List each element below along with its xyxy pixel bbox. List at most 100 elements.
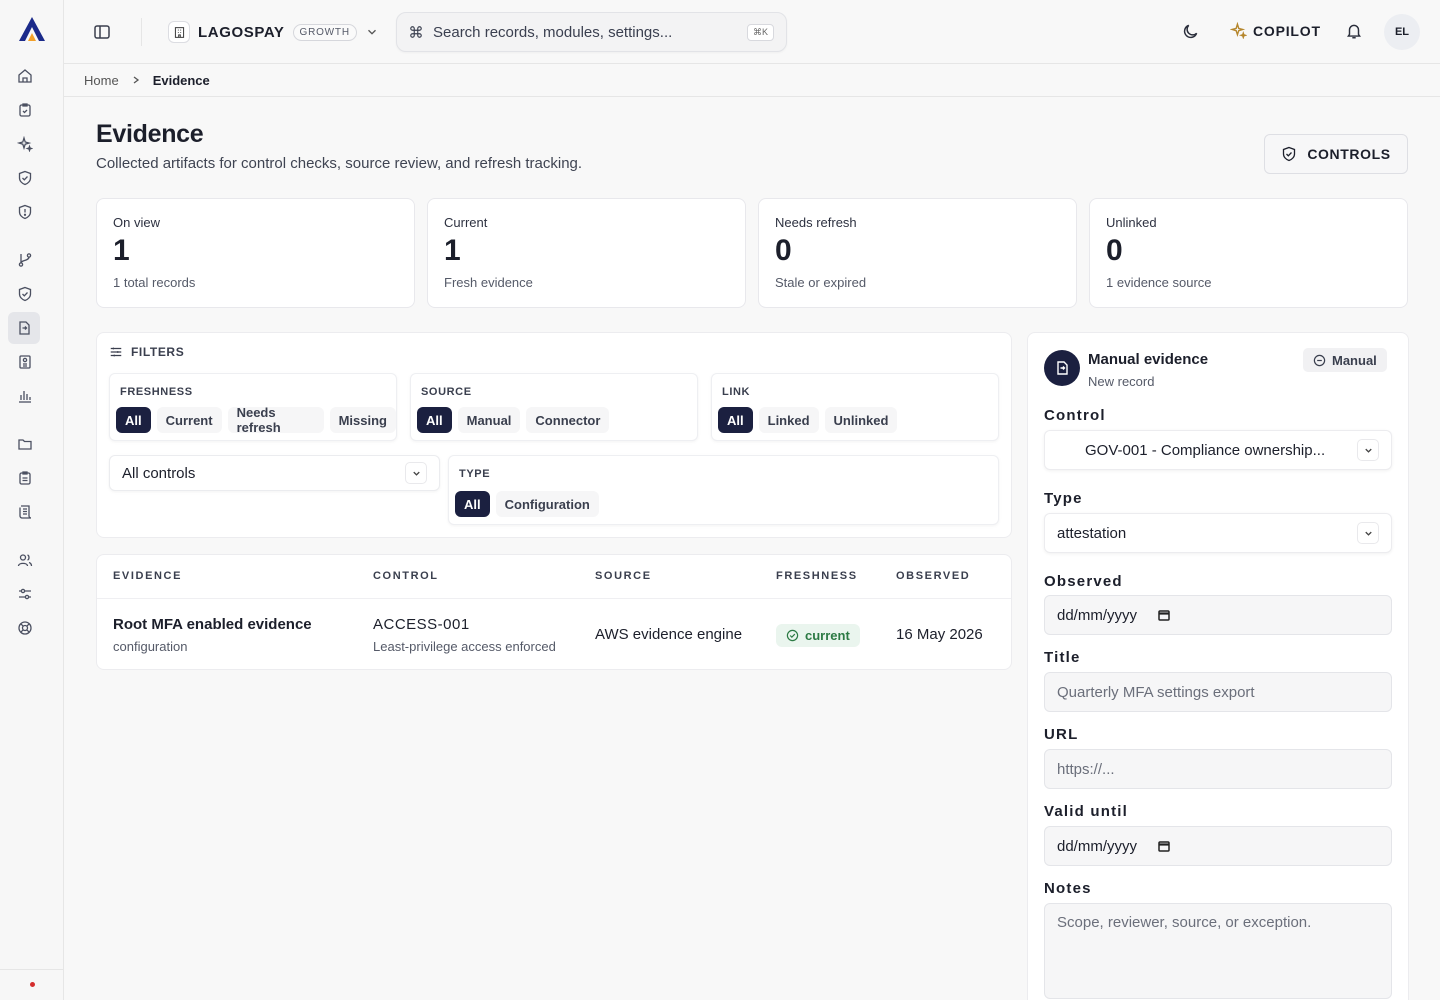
scroll-icon[interactable] bbox=[14, 501, 36, 523]
chevron-right-icon bbox=[133, 76, 139, 84]
controls-button[interactable]: CONTROLS bbox=[1264, 134, 1408, 174]
stat-label: Unlinked bbox=[1106, 215, 1157, 230]
global-search[interactable]: Search records, modules, settings... ⌘K bbox=[396, 12, 787, 52]
left-nav-rail bbox=[0, 0, 64, 1000]
column-header-control[interactable]: CONTROL bbox=[373, 570, 439, 582]
shield-check-icon[interactable] bbox=[14, 283, 36, 305]
sidebar-toggle-icon[interactable] bbox=[90, 20, 114, 44]
calendar-icon[interactable] bbox=[1157, 839, 1171, 853]
evidence-cell: Root MFA enabled evidence configuration bbox=[113, 616, 312, 654]
type-select[interactable]: attestation bbox=[1044, 513, 1392, 553]
valid-until-date-input[interactable]: dd/mm/yyyy bbox=[1044, 826, 1392, 866]
chevron-down-icon bbox=[1357, 522, 1379, 544]
sparkles-icon[interactable] bbox=[14, 133, 36, 155]
page-title: Evidence bbox=[96, 120, 204, 148]
evidence-table: EVIDENCE CONTROL SOURCE FRESHNESS OBSERV… bbox=[96, 554, 1012, 670]
stat-card-current: Current 1 Fresh evidence bbox=[427, 198, 746, 308]
shield-alert-icon[interactable] bbox=[14, 201, 36, 223]
stat-sub: Fresh evidence bbox=[444, 275, 533, 290]
control-select-value: GOV-001 - Compliance ownership... bbox=[1085, 441, 1326, 459]
evidence-icon bbox=[1044, 350, 1080, 386]
clipboard-list-icon[interactable] bbox=[14, 467, 36, 489]
home-icon[interactable] bbox=[14, 65, 36, 87]
lifebuoy-icon[interactable] bbox=[14, 617, 36, 639]
freshness-option-needs-refresh[interactable]: Needs refresh bbox=[227, 405, 324, 435]
title-label: Title bbox=[1044, 649, 1081, 666]
freshness-filter: FRESHNESS All Current Needs refresh Miss… bbox=[109, 373, 397, 441]
freshness-option-current[interactable]: Current bbox=[156, 407, 222, 433]
link-filter-label: LINK bbox=[722, 386, 751, 398]
shield-check-icon bbox=[1283, 146, 1296, 162]
notes-label: Notes bbox=[1044, 880, 1092, 897]
control-select[interactable]: GOV-001 - Compliance ownership... bbox=[1044, 430, 1392, 470]
status-badge: current bbox=[776, 624, 860, 647]
link-filter: LINK All Linked Unlinked bbox=[711, 373, 999, 441]
stat-value: 0 bbox=[775, 234, 792, 267]
folder-icon[interactable] bbox=[14, 433, 36, 455]
org-switcher[interactable]: LAGOSPAY GROWTH bbox=[168, 16, 379, 48]
shield-check-icon[interactable] bbox=[14, 167, 36, 189]
title-input[interactable]: Quarterly MFA settings export bbox=[1044, 672, 1392, 712]
plan-badge: GROWTH bbox=[292, 23, 357, 41]
source-tag-label: Manual bbox=[1332, 352, 1377, 368]
panel-subtitle: New record bbox=[1088, 374, 1155, 389]
stat-value: 0 bbox=[1106, 234, 1123, 267]
type-option-configuration[interactable]: Configuration bbox=[495, 491, 599, 517]
bell-icon[interactable] bbox=[1345, 22, 1363, 40]
git-branch-icon[interactable] bbox=[14, 249, 36, 271]
filters-panel: FILTERS FRESHNESS All Current Needs refr… bbox=[96, 332, 1012, 538]
stat-label: Current bbox=[444, 215, 488, 230]
clipboard-check-icon[interactable] bbox=[14, 99, 36, 121]
stat-sub: Stale or expired bbox=[775, 275, 867, 290]
minus-circle-icon bbox=[1313, 354, 1326, 366]
evidence-title[interactable]: Root MFA enabled evidence bbox=[113, 616, 312, 633]
source-option-connector[interactable]: Connector bbox=[526, 407, 610, 433]
valid-until-value: dd/mm/yyyy bbox=[1057, 837, 1138, 855]
control-filter-select[interactable]: All controls bbox=[109, 455, 440, 491]
org-name: LAGOSPAY bbox=[198, 23, 285, 41]
type-option-all[interactable]: All bbox=[455, 491, 490, 517]
file-badge-icon[interactable] bbox=[14, 351, 36, 373]
chevron-down-icon bbox=[1357, 439, 1379, 461]
moon-icon[interactable] bbox=[1182, 22, 1200, 40]
breadcrumb-current: Evidence bbox=[152, 72, 210, 88]
evidence-type: configuration bbox=[113, 639, 188, 654]
copilot-button[interactable]: COPILOT bbox=[1230, 22, 1321, 39]
freshness-cell: current bbox=[776, 624, 860, 647]
link-option-linked[interactable]: Linked bbox=[758, 407, 819, 433]
notes-textarea[interactable]: Scope, reviewer, source, or exception. bbox=[1044, 903, 1392, 999]
chevron-down-icon[interactable] bbox=[365, 25, 379, 39]
link-option-unlinked[interactable]: Unlinked bbox=[824, 407, 898, 433]
search-placeholder: Search records, modules, settings... bbox=[433, 23, 673, 41]
column-header-observed[interactable]: OBSERVED bbox=[896, 570, 970, 582]
source-option-manual[interactable]: Manual bbox=[457, 407, 521, 433]
sliders-icon[interactable] bbox=[14, 583, 36, 605]
source-filter-label: SOURCE bbox=[421, 386, 472, 398]
evidence-icon[interactable] bbox=[8, 312, 40, 344]
valid-until-label: Valid until bbox=[1044, 803, 1129, 820]
table-header: EVIDENCE CONTROL SOURCE FRESHNESS OBSERV… bbox=[97, 555, 1011, 599]
column-header-evidence[interactable]: EVIDENCE bbox=[113, 570, 182, 582]
filters-heading: FILTERS bbox=[109, 345, 184, 359]
app-logo[interactable] bbox=[18, 16, 46, 42]
observed-date-input[interactable]: dd/mm/yyyy bbox=[1044, 595, 1392, 635]
freshness-option-missing[interactable]: Missing bbox=[329, 407, 396, 433]
breadcrumb-home[interactable]: Home bbox=[84, 73, 119, 88]
url-input[interactable]: https://... bbox=[1044, 749, 1392, 789]
filters-heading-label: FILTERS bbox=[131, 345, 185, 359]
control-id[interactable]: ACCESS-001 bbox=[373, 616, 556, 633]
filter-sliders-icon bbox=[110, 347, 122, 357]
avatar[interactable]: EL bbox=[1384, 14, 1420, 50]
freshness-filter-label: FRESHNESS bbox=[120, 386, 193, 398]
link-option-all[interactable]: All bbox=[718, 407, 753, 433]
bar-chart-icon[interactable] bbox=[14, 385, 36, 407]
column-header-freshness[interactable]: FRESHNESS bbox=[776, 570, 858, 582]
type-filter-label: TYPE bbox=[459, 468, 491, 480]
users-icon[interactable] bbox=[14, 549, 36, 571]
source-option-all[interactable]: All bbox=[417, 407, 452, 433]
panel-title: Manual evidence bbox=[1088, 351, 1209, 368]
column-header-source[interactable]: SOURCE bbox=[595, 570, 652, 582]
freshness-option-all[interactable]: All bbox=[116, 407, 151, 433]
calendar-icon[interactable] bbox=[1157, 608, 1171, 622]
building-icon bbox=[168, 21, 190, 43]
